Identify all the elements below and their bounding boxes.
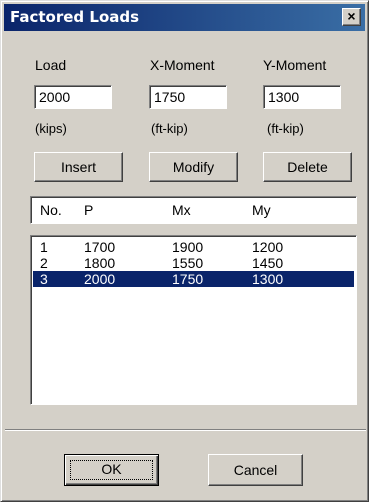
x-moment-input[interactable]: 1750 [149,85,227,109]
row-p: 1700 [84,239,116,255]
ok-button[interactable]: OK [64,454,159,486]
load-label: Load [35,57,67,73]
close-icon: × [347,8,356,24]
close-button[interactable]: × [342,8,361,26]
delete-button[interactable]: Delete [263,152,352,182]
row-my: 1450 [252,255,284,271]
divider [5,429,366,431]
row-p: 2000 [84,271,116,287]
window-title: Factored Loads [10,8,140,26]
column-header-p: P [84,202,94,218]
y-moment-input[interactable]: 1300 [263,85,341,109]
row-my: 1300 [252,271,284,287]
load-input[interactable]: 2000 [34,85,112,109]
column-header-no: No. [40,202,62,218]
y-moment-unit: (ft-kip) [267,121,304,136]
column-header-mx: Mx [172,202,191,218]
row-my: 1200 [252,239,284,255]
row-no: 1 [40,239,48,255]
load-unit: (kips) [35,121,67,136]
insert-button[interactable]: Insert [34,152,123,182]
row-p: 1800 [84,255,116,271]
row-mx: 1550 [172,255,204,271]
list-item-selected[interactable]: 3 2000 1750 1300 [33,271,354,287]
row-mx: 1750 [172,271,204,287]
focus-rectangle [70,460,153,480]
row-mx: 1900 [172,239,204,255]
cancel-button[interactable]: Cancel [208,454,303,486]
list-item[interactable]: 2 1800 1550 1450 [33,255,354,271]
row-no: 2 [40,255,48,271]
y-moment-label: Y-Moment [263,57,327,73]
title-bar[interactable]: Factored Loads × [4,4,365,31]
row-no: 3 [40,271,48,287]
table-header: No. P Mx My [30,196,357,224]
column-header-my: My [252,202,271,218]
loads-list[interactable]: 1 1700 1900 1200 2 1800 1550 1450 3 2000… [30,235,357,405]
x-moment-label: X-Moment [150,57,215,73]
list-item[interactable]: 1 1700 1900 1200 [33,239,354,255]
factored-loads-dialog: Factored Loads × Load X-Moment Y-Moment … [0,0,369,502]
x-moment-unit: (ft-kip) [151,121,188,136]
modify-button[interactable]: Modify [149,152,238,182]
